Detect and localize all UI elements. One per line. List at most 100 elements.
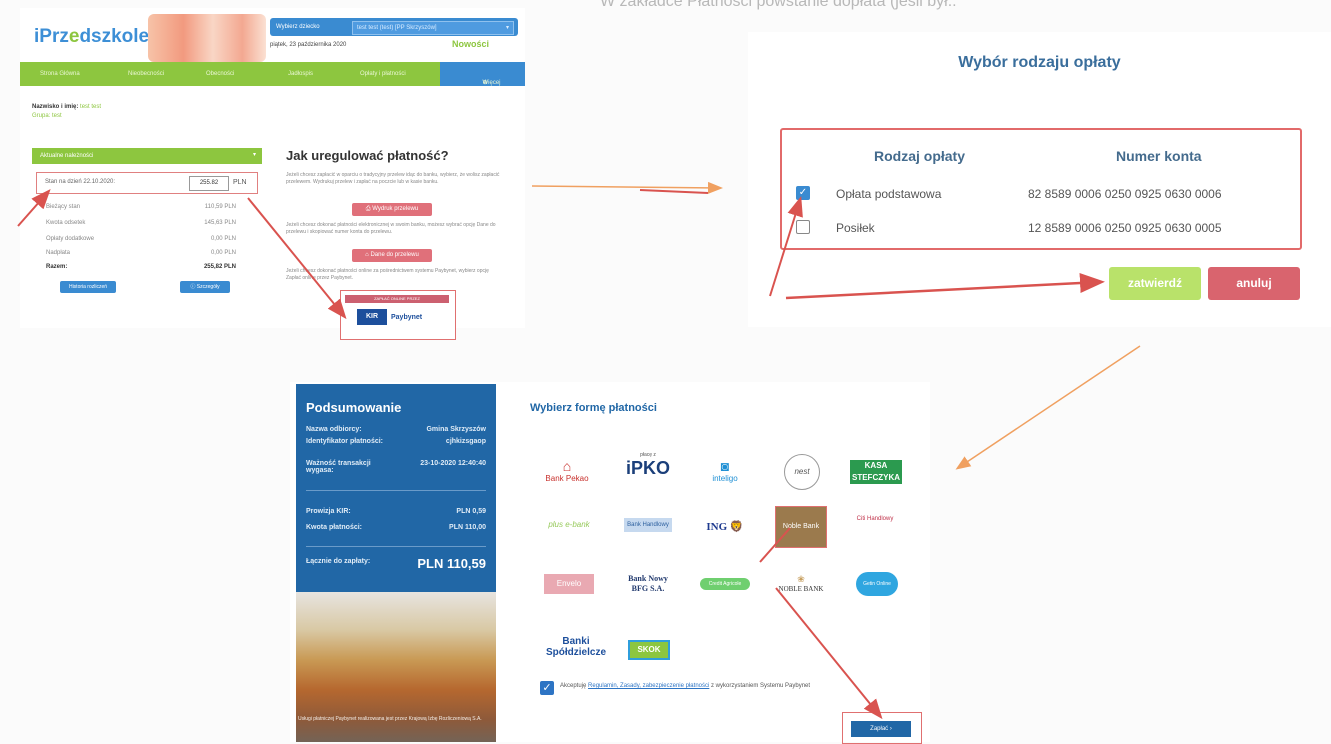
collapse-icon[interactable]: ▾ xyxy=(253,151,256,158)
bank-nest[interactable]: nest xyxy=(784,454,820,490)
bank-icon: ⌂ xyxy=(365,252,369,258)
pay-button-highlight: Zapłać › xyxy=(842,712,922,744)
print-transfer-button[interactable]: ⎙ Wydruk przelewu xyxy=(352,203,432,216)
bank-pekao[interactable]: ⌂ Bank Pekao xyxy=(542,458,592,483)
main-nav: Strona Główna Nieobecności Obecności Jad… xyxy=(20,62,525,86)
how-to-pay-text: Jeżeli chcesz dokonać płatności elektron… xyxy=(286,222,496,235)
summary-title: Podsumowanie xyxy=(306,400,402,415)
fee-checkbox[interactable] xyxy=(796,220,810,234)
bank-plus-ebank[interactable]: plus e-bank xyxy=(540,520,598,529)
summary-row: Ważność transakcji wygasa: 23-10-2020 12:… xyxy=(306,460,486,474)
pay-button[interactable]: Zapłać › xyxy=(851,721,911,737)
account-cell: 82 8589 0006 0250 0925 0630 0006 xyxy=(1028,187,1222,201)
col-fee-type: Rodzaj opłaty xyxy=(874,148,966,164)
history-button[interactable]: Historia rozliczeń xyxy=(60,281,116,293)
fee-checkbox[interactable]: ✓ xyxy=(796,186,810,200)
choose-payment-title: Wybierz formę płatności xyxy=(530,402,657,414)
child-select-label: Wybierz dziecko xyxy=(276,24,320,30)
child-select[interactable]: Wybierz dziecko test test (test) [PP Skr… xyxy=(270,18,518,36)
arrow-to-modal xyxy=(531,181,723,194)
divider xyxy=(306,546,486,547)
nav-home[interactable]: Strona Główna xyxy=(40,71,80,77)
fee-table: Rodzaj opłaty Numer konta ✓ Opłata podst… xyxy=(780,128,1302,250)
divider xyxy=(306,490,486,491)
summary-panel: Podsumowanie Nazwa odbiorcy: Gmina Skrzys… xyxy=(296,384,496,592)
summary-row: Nazwa odbiorcy: Gmina Skrzyszów xyxy=(306,426,486,433)
balance-box: Stan na dzień 22.10.2020: 255.82 PLN xyxy=(36,172,258,194)
chevron-down-icon: ▾ xyxy=(505,25,509,31)
nav-attendance[interactable]: Obecności xyxy=(206,71,234,77)
paybynet-box[interactable]: ZAPŁAĆ ONLINE PRZEZ KIR Paybynet xyxy=(340,290,456,340)
nav-absences[interactable]: Nieobecności xyxy=(128,71,164,77)
bank-kasa-stefczyka[interactable]: KASA STEFCZYKA xyxy=(850,460,902,484)
pekao-icon: ⌂ xyxy=(562,458,572,474)
portal-screenshot: iPrzedszkole Wybierz dziecko test test (… xyxy=(20,8,525,340)
news-link[interactable]: Nowości xyxy=(452,39,489,49)
camera-icon: ◙ xyxy=(720,458,730,474)
bank-credit-agricole[interactable]: Credit Agricole xyxy=(700,578,750,590)
bank-getin-online[interactable]: Getin Online xyxy=(856,572,898,596)
header-children-image xyxy=(148,14,266,62)
child-name: Nazwisko i imię: test test xyxy=(32,104,102,110)
confirm-button[interactable]: zatwierdź xyxy=(1109,267,1201,300)
transfer-data-button[interactable]: ⌂ Dane do przelewu xyxy=(352,249,432,262)
bank-ing[interactable]: ING 🦁 xyxy=(702,520,748,533)
current-date: piątek, 23 października 2020 xyxy=(270,42,347,48)
col-account: Numer konta xyxy=(1116,148,1202,164)
balance-input[interactable]: 255.82 xyxy=(189,176,229,191)
bank-noble-bank[interactable]: ❀ NOBLE BANK xyxy=(776,574,826,593)
accept-terms-text: Akceptuję Regulamin, Zasady, zabezpiecze… xyxy=(560,683,811,689)
accept-terms-checkbox[interactable]: ✓ xyxy=(540,681,554,695)
bank-nowy-bfg[interactable]: Bank Nowy BFG S.A. xyxy=(622,574,674,594)
bank-skok[interactable]: SKOK xyxy=(628,640,670,660)
noble-crest-icon: ❀ xyxy=(797,574,805,584)
chevron-right-icon: › xyxy=(889,726,892,732)
kir-logo: KIR xyxy=(357,309,387,325)
total-value: PLN 110,59 xyxy=(417,556,486,571)
lion-icon: 🦁 xyxy=(729,521,744,533)
top-banner-text: W zakładce Płatności powstanie dopłata (… xyxy=(600,0,957,10)
summary-row: Prowizja KIR: PLN 0,59 xyxy=(306,508,486,515)
balance-header: Aktualne należności ▾ xyxy=(32,148,262,164)
balance-total: Razem: 255,82 PLN xyxy=(46,264,236,270)
pay-online-bar[interactable]: ZAPŁAĆ ONLINE PRZEZ xyxy=(345,295,449,303)
nav-payments[interactable]: Opłaty i płatności xyxy=(360,71,406,77)
bank-inteligo[interactable]: ◙ inteligo xyxy=(702,458,748,483)
bank-envelo[interactable]: Envelo xyxy=(544,574,594,594)
fee-type-cell: Posiłek xyxy=(836,221,875,235)
terms-link[interactable]: Regulamin, Zasady, zabezpieczenie płatno… xyxy=(588,683,709,689)
bank-cooperative[interactable]: Banki Spółdzielcze xyxy=(546,636,606,658)
child-select-value[interactable]: test test (test) [PP Skrzyszów] ▾ xyxy=(352,21,514,35)
account-cell: 12 8589 0006 0250 0925 0630 0005 xyxy=(1028,221,1222,235)
summary-row: Kwota płatności: PLN 110,00 xyxy=(306,524,486,531)
details-button[interactable]: ⓘ Szczegóły xyxy=(180,281,230,293)
modal-title: Wybór rodzaju opłaty xyxy=(958,54,1121,71)
bank-noble[interactable]: Noble Bank xyxy=(775,506,827,548)
how-to-pay-text: Jeżeli chcesz zapłacić w oparciu o trady… xyxy=(286,172,500,185)
arrow-to-payment-page xyxy=(955,345,1141,470)
printer-icon: ⎙ xyxy=(365,206,371,212)
arrow-to-modal-2 xyxy=(639,189,709,194)
fee-type-modal: Wybór rodzaju opłaty Rodzaj opłaty Numer… xyxy=(748,32,1331,327)
balance-row: Bieżący stan 110,59 PLN xyxy=(46,204,236,210)
balance-row: Nadpłata 0,00 PLN xyxy=(46,250,236,256)
fee-type-cell: Opłata podstawowa xyxy=(836,187,942,201)
bank-ipko[interactable]: płacę z iPKO xyxy=(623,452,673,479)
info-icon: ⓘ xyxy=(190,284,196,290)
how-to-pay-text: Jeżeli chcesz dokonać płatności online z… xyxy=(286,268,489,281)
paybynet-logo: Paybynet xyxy=(391,314,423,321)
cancel-button[interactable]: anuluj xyxy=(1208,267,1300,300)
nav-menu[interactable]: Jadłospis xyxy=(288,71,313,77)
nav-more-button[interactable]: ⊕ Więcej xyxy=(440,62,525,86)
balance-row: Kwota odsetek 145,63 PLN xyxy=(46,220,236,226)
footnote: Usługi płatniczej Paybynet realizowana j… xyxy=(298,716,482,722)
bank-citi[interactable]: Citi Handlowy xyxy=(852,516,898,522)
how-to-pay-title: Jak uregulować płatność? xyxy=(286,148,449,163)
summary-row: Identyfikator płatności: cjhkizsgaop xyxy=(306,438,486,445)
child-group: Grupa: test xyxy=(32,113,62,119)
logo: iPrzedszkole xyxy=(34,26,150,47)
total-label: Łącznie do zapłaty: xyxy=(306,558,371,565)
bank-handlowy[interactable]: Bank Handlowy xyxy=(624,518,672,532)
paybynet-payment-page: Podsumowanie Nazwa odbiorcy: Gmina Skrzys… xyxy=(290,382,930,744)
balance-row: Opłaty dodatkowe 0,00 PLN xyxy=(46,236,236,242)
